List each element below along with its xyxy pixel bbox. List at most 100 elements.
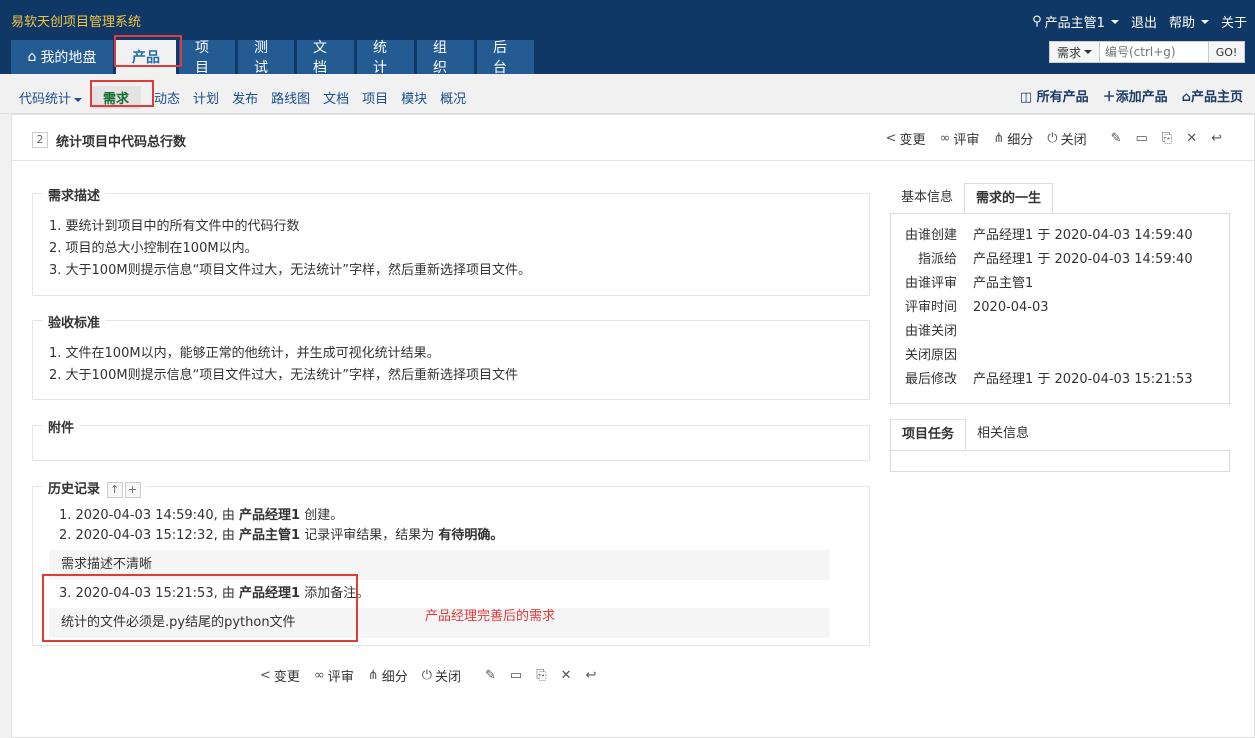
subnav-code-stats[interactable]: 代码统计 — [19, 88, 83, 107]
sub-nav-left: 代码统计 需求 动态 计划 发布 路线图 文档 项目 模块 概况 — [19, 86, 479, 109]
story-title: 统计项目中代码总行数 — [56, 135, 187, 150]
bottom-action-bar: < 变更 ∞ 评审 ⋔ 细分 ⏻ 关闭 ✎ ▭ ⎘ ✕ ↩ — [260, 666, 596, 685]
user-icon: ⚲ — [1032, 14, 1042, 29]
nav-tab-test[interactable]: 测试 — [238, 40, 294, 76]
nav-tab-project[interactable]: 项目 — [179, 40, 235, 76]
subnav-module[interactable]: 模块 — [401, 88, 427, 107]
nav-tab-my[interactable]: ⌂ 我的地盘 — [11, 40, 113, 74]
all-products-link[interactable]: ◫ 所有产品 — [1020, 86, 1089, 105]
side-tabs: 基本信息 需求的一生 — [890, 183, 1054, 214]
copy-icon[interactable]: ⎘ — [536, 668, 546, 683]
app-header: 易软天创项目管理系统 ⚲ 产品主管1 退出 帮助 关于 ⌂ 我的地盘 产品 项目 测… — [0, 0, 1255, 76]
share-icon: < — [260, 668, 271, 683]
split-button[interactable]: ⋔ 细分 — [368, 666, 408, 685]
attachments-fieldset: 附件 — [32, 417, 870, 461]
chevron-down-icon — [1084, 50, 1092, 54]
main-nav: ⌂ 我的地盘 产品 项目 测试 文档 统计 组织 后台 — [11, 40, 534, 76]
story-id-badge: 2 — [32, 132, 48, 148]
expand-history-button[interactable]: + — [124, 482, 141, 498]
nav-tab-doc[interactable]: 文档 — [297, 40, 354, 76]
annotation-text: 产品经理完善后的需求 — [425, 609, 556, 624]
info-row: 最后修改 产品经理1 于 2020-04-03 15:21:53 — [904, 372, 1193, 387]
subnav-doc[interactable]: 文档 — [323, 88, 349, 107]
product-home-link[interactable]: ⌂产品主页 — [1182, 86, 1243, 105]
close-button[interactable]: ⏻ 关闭 — [422, 666, 461, 685]
help-menu[interactable]: 帮助 — [1169, 12, 1209, 31]
user-menu[interactable]: ⚲ 产品主管1 — [1032, 12, 1119, 31]
back-icon[interactable]: ↩ — [1211, 131, 1222, 146]
change-button[interactable]: < 变更 — [260, 666, 300, 685]
info-row: 由谁评审 产品主管1 — [904, 276, 1034, 291]
close-icon[interactable]: ✕ — [1186, 131, 1197, 146]
highlight-history-note — [42, 574, 358, 642]
attachments-legend: 附件 — [43, 417, 80, 436]
story-title-bar: 2 统计项目中代码总行数 < 变更 ∞ 评审 ⋔ 细分 ⏻ 关闭 ✎ ▭ ⎘ ✕ ↩ — [12, 115, 1254, 161]
history-entry: 2. 2020-04-03 15:12:32, 由 产品主管1 记录评审结果，结… — [59, 528, 504, 543]
description-line: 1. 要统计到项目中的所有文件中的代码行数 — [49, 219, 300, 234]
tab-project-tasks[interactable]: 项目任务 — [890, 419, 967, 450]
subnav-release[interactable]: 发布 — [232, 88, 258, 107]
share-icon: < — [885, 131, 897, 146]
story-detail-panel: 2 统计项目中代码总行数 < 变更 ∞ 评审 ⋔ 细分 ⏻ 关闭 ✎ ▭ ⎘ ✕ ↩ 需… — [11, 114, 1255, 738]
history-legend: 历史记录 ↑ + — [43, 478, 146, 498]
tab-basic-info[interactable]: 基本信息 — [890, 183, 964, 213]
subnav-roadmap[interactable]: 路线图 — [271, 88, 310, 107]
info-row: 指派给 产品经理1 于 2020-04-03 14:59:40 — [917, 252, 1193, 267]
description-legend: 需求描述 — [43, 185, 106, 204]
search-type-select[interactable]: 需求 — [1050, 42, 1100, 62]
edit-icon[interactable]: ✎ — [1111, 131, 1122, 146]
acceptance-fieldset: 验收标准 1. 文件在100M以内，能够正常的他统计，并生成可视化统计结果。 2… — [32, 312, 870, 400]
power-icon: ⏻ — [421, 668, 432, 683]
subnav-overview[interactable]: 概况 — [440, 88, 466, 107]
edit-icon[interactable]: ✎ — [485, 668, 496, 683]
nav-tab-report[interactable]: 统计 — [357, 40, 414, 76]
subnav-project[interactable]: 项目 — [362, 88, 388, 107]
acceptance-body: 1. 文件在100M以内，能够正常的他统计，并生成可视化统计结果。 2. 大于1… — [33, 321, 869, 387]
logout-link[interactable]: 退出 — [1131, 12, 1157, 31]
story-life-panel: 由谁创建 产品经理1 于 2020-04-03 14:59:40 指派给 产品经理1… — [890, 213, 1230, 404]
sub-nav-right: ◫ 所有产品 ＋添加产品 ⌂产品主页 — [1020, 86, 1243, 105]
info-row: 关闭原因 — [904, 348, 957, 363]
acceptance-line: 2. 大于100M则提示信息“项目文件过大，无法统计”字样，然后重新选择项目文件 — [49, 368, 519, 383]
project-tasks-panel — [890, 450, 1230, 472]
home-icon: ⌂ — [27, 49, 37, 65]
split-button[interactable]: ⋔ 细分 — [993, 129, 1033, 148]
chevron-down-icon — [74, 97, 83, 102]
chevron-down-icon — [1200, 19, 1209, 24]
top-action-bar: < 变更 ∞ 评审 ⋔ 细分 ⏻ 关闭 ✎ ▭ ⎘ ✕ ↩ — [886, 129, 1222, 148]
review-button[interactable]: ∞ 评审 — [314, 666, 354, 685]
glasses-icon: ∞ — [313, 668, 325, 683]
add-product-link[interactable]: ＋添加产品 — [1103, 86, 1168, 105]
search-go-button[interactable]: GO! — [1208, 42, 1244, 62]
description-body: 1. 要统计到项目中的所有文件中的代码行数 2. 项目的总大小控制在100M以内… — [33, 194, 869, 282]
review-button[interactable]: ∞ 评审 — [939, 129, 979, 148]
nav-tab-company[interactable]: 组织 — [417, 40, 474, 76]
tab-story-life[interactable]: 需求的一生 — [964, 183, 1054, 214]
acceptance-legend: 验收标准 — [43, 312, 106, 331]
acceptance-line: 1. 文件在100M以内，能够正常的他统计，并生成可视化统计结果。 — [49, 346, 440, 361]
info-row: 由谁创建 产品经理1 于 2020-04-03 14:59:40 — [904, 228, 1193, 243]
about-link[interactable]: 关于 — [1221, 12, 1247, 31]
subnav-plan[interactable]: 计划 — [193, 88, 219, 107]
chevron-down-icon — [1110, 19, 1119, 24]
comment-icon[interactable]: ▭ — [510, 668, 522, 683]
copy-icon[interactable]: ⎘ — [1162, 131, 1172, 146]
sort-history-button[interactable]: ↑ — [106, 482, 123, 498]
description-fieldset: 需求描述 1. 要统计到项目中的所有文件中的代码行数 2. 项目的总大小控制在1… — [32, 185, 870, 296]
close-button[interactable]: ⏻ 关闭 — [1047, 129, 1086, 148]
home-icon: ⌂ — [1181, 90, 1191, 105]
change-button[interactable]: < 变更 — [886, 129, 926, 148]
app-title: 易软天创项目管理系统 — [11, 15, 142, 30]
info-row: 由谁关闭 — [904, 324, 957, 339]
back-icon[interactable]: ↩ — [586, 668, 597, 683]
nav-tab-admin[interactable]: 后台 — [477, 40, 534, 76]
subnav-dynamic[interactable]: 动态 — [154, 88, 180, 107]
search-input[interactable] — [1100, 42, 1208, 62]
user-area: ⚲ 产品主管1 退出 帮助 关于 — [1032, 12, 1247, 31]
side-tabs-2: 项目任务 相关信息 — [890, 419, 1040, 450]
sub-nav: 代码统计 需求 动态 计划 发布 路线图 文档 项目 模块 概况 ◫ 所有产品 … — [0, 74, 1255, 114]
tab-related-info[interactable]: 相关信息 — [966, 419, 1040, 449]
glasses-icon: ∞ — [939, 131, 951, 146]
comment-icon[interactable]: ▭ — [1135, 131, 1147, 146]
close-icon[interactable]: ✕ — [561, 668, 572, 683]
